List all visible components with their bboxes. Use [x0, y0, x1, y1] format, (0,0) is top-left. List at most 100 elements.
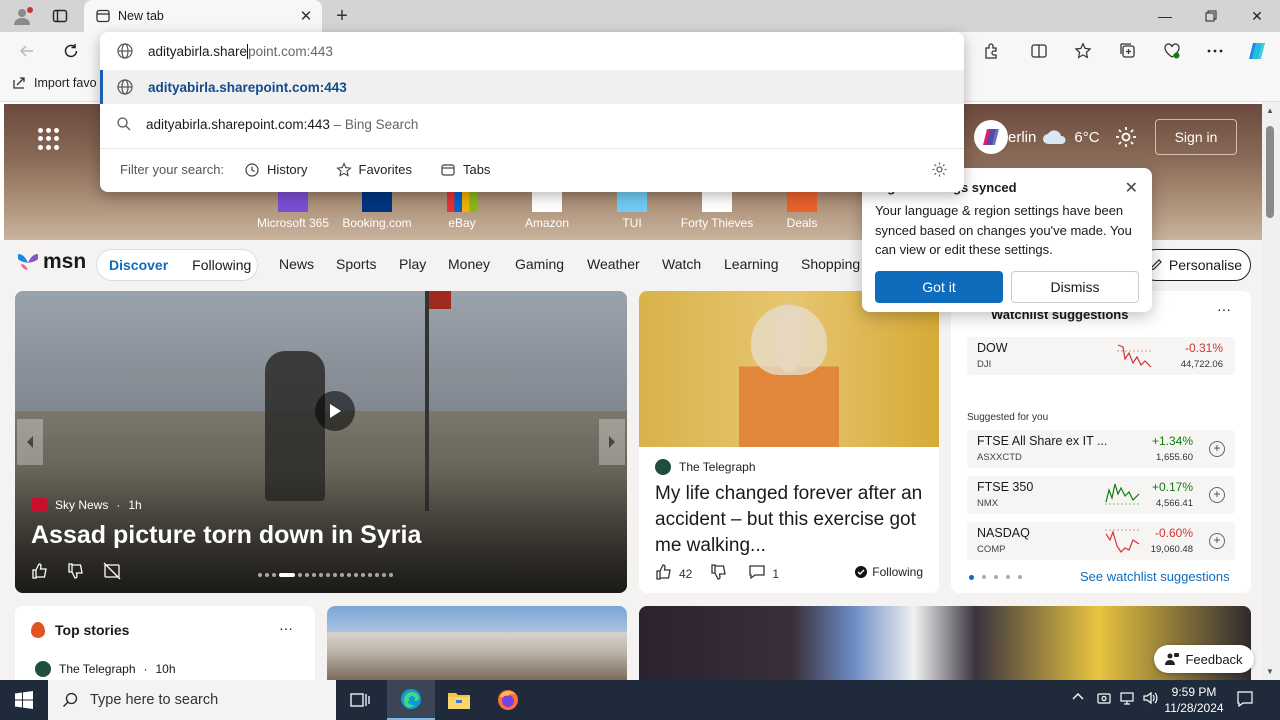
top-stories-more-icon[interactable]: ···	[279, 620, 293, 636]
nav-weather[interactable]: Weather	[587, 256, 640, 272]
suggestion-bing-search[interactable]: adityabirla.sharepoint.com:443 – Bing Se…	[100, 107, 964, 141]
stock-name: FTSE 350	[977, 480, 1034, 494]
split-screen-button[interactable]	[1024, 37, 1054, 65]
story2-headline[interactable]: My life changed forever after an acciden…	[655, 481, 927, 559]
main-story-headline[interactable]: Assad picture torn down in Syria	[31, 521, 421, 550]
tab-discover[interactable]: Discover	[97, 257, 180, 273]
quicklink-deals[interactable]: Deals	[762, 186, 842, 230]
nav-money[interactable]: Money	[448, 256, 490, 272]
settings-menu-button[interactable]	[1200, 37, 1230, 65]
stock-row-dow[interactable]: DOW DJI -0.31% 44,722.06	[967, 337, 1235, 375]
restore-button[interactable]	[1188, 0, 1234, 32]
stock-row-ftse-350[interactable]: FTSE 350 NMX +0.17% 4,566.41 +	[967, 476, 1235, 514]
watchlist-more-icon[interactable]: ···	[1217, 301, 1231, 317]
search-settings-gear-icon[interactable]	[931, 161, 948, 181]
taskbar-file-explorer[interactable]	[435, 680, 483, 720]
scrollbar-thumb[interactable]	[1266, 126, 1274, 218]
security-tray-icon[interactable]	[1096, 690, 1112, 709]
copilot-button[interactable]	[1242, 37, 1272, 65]
see-watchlist-link[interactable]: See watchlist suggestions	[1080, 569, 1230, 584]
stock-row-ftse-all-share[interactable]: FTSE All Share ex IT ... ASXXCTD +1.34% …	[967, 430, 1235, 468]
new-tab-button[interactable]: +	[330, 4, 354, 28]
favorites-button[interactable]	[1068, 37, 1098, 65]
filter-favorites[interactable]: Favorites	[335, 161, 412, 178]
tab-following[interactable]: Following	[180, 257, 263, 273]
add-to-watchlist-icon[interactable]: +	[1209, 487, 1225, 503]
page-scrollbar[interactable]: ▲ ▼	[1262, 102, 1280, 680]
comment-icon[interactable]	[748, 563, 766, 584]
volume-icon[interactable]	[1142, 690, 1158, 709]
app-launcher-icon[interactable]	[38, 128, 60, 150]
following-indicator[interactable]: Following	[855, 565, 923, 579]
nav-sports[interactable]: Sports	[336, 256, 376, 272]
suggestion-url[interactable]: adityabirla.sharepoint.com:443	[100, 70, 964, 104]
collections-button[interactable]	[1113, 37, 1143, 65]
nav-gaming[interactable]: Gaming	[515, 256, 564, 272]
import-favorites-button[interactable]: Import favo	[12, 76, 97, 90]
msn-logo[interactable]: msn	[16, 250, 86, 274]
like-icon[interactable]	[31, 562, 49, 583]
tab-new-tab[interactable]: New tab ✕	[84, 0, 322, 32]
quicklink-ebay[interactable]: eBay	[422, 186, 502, 230]
close-popup-icon[interactable]: ✕	[1125, 178, 1138, 198]
filter-history[interactable]: History	[244, 162, 308, 178]
taskbar-clock[interactable]: 9:59 PM 11/28/2024	[1158, 684, 1230, 716]
quicklink-tui[interactable]: TUI	[592, 186, 672, 230]
main-story-card[interactable]: Sky News · 1h Assad picture torn down in…	[15, 291, 627, 593]
network-icon[interactable]	[1119, 690, 1135, 709]
hide-story-icon[interactable]	[103, 562, 121, 583]
story-card-telegraph[interactable]: The Telegraph My life changed forever af…	[639, 291, 939, 593]
taskbar-edge[interactable]	[387, 680, 435, 720]
profile-button[interactable]	[8, 4, 36, 28]
nav-news[interactable]: News	[279, 256, 314, 272]
page-settings-button[interactable]	[1114, 125, 1138, 152]
top-stories-source-name: The Telegraph	[59, 662, 136, 676]
play-video-button[interactable]	[315, 391, 355, 431]
task-view-button[interactable]	[336, 680, 384, 720]
taskbar-firefox[interactable]	[484, 680, 532, 720]
address-input[interactable]: adityabirla.sharepoint.com:443	[100, 32, 964, 70]
stock-row-nasdaq[interactable]: NASDAQ COMP -0.60% 19,060.48 +	[967, 522, 1235, 560]
feedback-button[interactable]: Feedback	[1154, 645, 1254, 673]
start-button[interactable]	[0, 680, 48, 720]
tab-actions-button[interactable]	[46, 4, 74, 28]
nav-watch[interactable]: Watch	[662, 256, 701, 272]
show-hidden-icons[interactable]	[1071, 690, 1085, 707]
msn-logo-text: msn	[43, 250, 87, 273]
add-to-watchlist-icon[interactable]: +	[1209, 441, 1225, 457]
scroll-down-icon[interactable]: ▼	[1266, 667, 1274, 676]
extensions-button[interactable]	[976, 37, 1006, 65]
add-to-watchlist-icon[interactable]: +	[1209, 533, 1225, 549]
refresh-button[interactable]	[56, 37, 86, 65]
nav-learning[interactable]: Learning	[724, 256, 779, 272]
stock-ticker: DJI	[977, 359, 992, 370]
quicklink-forty-thieves[interactable]: Forty Thieves	[677, 186, 757, 230]
notification-center-icon[interactable]	[1236, 690, 1254, 711]
quicklink-booking[interactable]: Booking.com	[337, 186, 417, 230]
carousel-prev-button[interactable]	[17, 419, 43, 465]
sign-in-button[interactable]: Sign in	[1155, 119, 1237, 155]
suggestion-search-suffix: – Bing Search	[329, 116, 419, 132]
taskbar-search-box[interactable]: Type here to search	[48, 680, 336, 720]
close-window-button[interactable]: ✕	[1234, 0, 1280, 32]
story-card-building[interactable]	[327, 606, 627, 680]
weather-widget[interactable]: Berlin 6°C	[974, 120, 1100, 154]
scroll-up-icon[interactable]: ▲	[1266, 106, 1274, 115]
nav-shopping[interactable]: Shopping	[801, 256, 860, 272]
personalise-button[interactable]: Personalise	[1140, 249, 1251, 281]
browser-essentials-button[interactable]	[1157, 37, 1187, 65]
quicklink-microsoft-365[interactable]: Microsoft 365	[253, 186, 333, 230]
nav-play[interactable]: Play	[399, 256, 426, 272]
filter-tabs[interactable]: Tabs	[440, 162, 490, 178]
back-button[interactable]	[12, 37, 42, 65]
dislike-icon[interactable]	[67, 562, 85, 583]
carousel-next-button[interactable]	[599, 419, 625, 465]
dismiss-button[interactable]: Dismiss	[1011, 271, 1139, 303]
like-icon[interactable]	[655, 563, 673, 584]
dislike-icon[interactable]	[710, 563, 728, 584]
minimize-button[interactable]: —	[1142, 0, 1188, 32]
close-tab-icon[interactable]: ✕	[298, 8, 314, 25]
got-it-button[interactable]: Got it	[875, 271, 1003, 303]
quicklink-amazon[interactable]: Amazon	[507, 186, 587, 230]
story-image-woman	[639, 291, 939, 447]
